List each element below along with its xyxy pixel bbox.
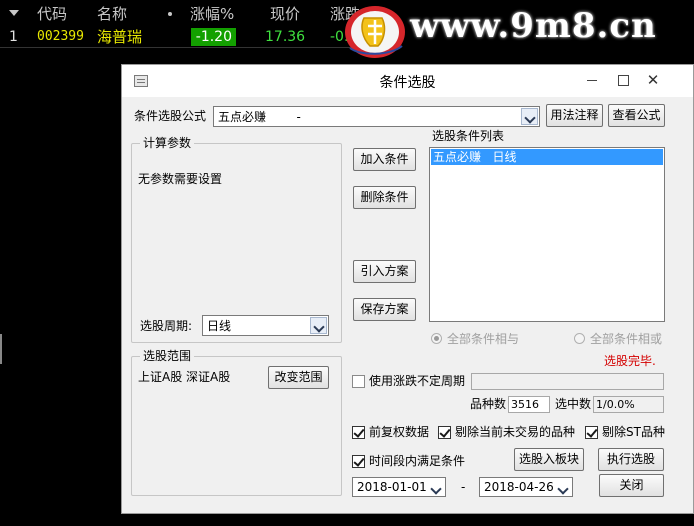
date-from-value: 2018-01-01 — [357, 480, 427, 494]
date-to-picker[interactable]: 2018-04-26 — [479, 477, 573, 497]
chevron-down-icon[interactable] — [427, 479, 444, 495]
scope-text: 上证A股 深证A股 — [138, 370, 231, 384]
date-to-value: 2018-04-26 — [484, 480, 554, 494]
minimize-icon[interactable] — [578, 69, 606, 91]
params-group-title: 计算参数 — [140, 136, 195, 150]
view-formula-button[interactable]: 查看公式 — [608, 104, 665, 127]
period-value: 日线 — [207, 319, 232, 333]
unfixed-period-checkbox[interactable] — [352, 375, 365, 388]
params-text: 无参数需要设置 — [138, 172, 223, 186]
exclude-st-checkbox[interactable] — [585, 426, 598, 439]
select-into-block-button[interactable]: 选股入板块 — [514, 448, 584, 471]
close-icon[interactable]: ✕ — [639, 69, 667, 91]
formula-value: 五点必赚 - — [218, 110, 301, 124]
row-price: 17.36 — [265, 29, 306, 45]
date-from-picker[interactable]: 2018-01-01 — [352, 477, 446, 497]
column-header-price[interactable]: 现价 — [270, 4, 300, 24]
scope-group-title: 选股范围 — [140, 349, 195, 363]
row-name: 海普瑞 — [97, 28, 143, 46]
save-plan-button[interactable]: 保存方案 — [353, 298, 416, 321]
sort-arrow-icon[interactable] — [9, 10, 19, 16]
exclude-untraded-checkbox[interactable] — [438, 426, 451, 439]
condition-select-dialog: 条件选股 ✕ 条件选股公式 五点必赚 - 用法注释 查看公式 计算参数 无参数需… — [121, 64, 694, 514]
unfixed-period-label: 使用涨跌不定周期 — [369, 374, 466, 388]
row-divider — [0, 47, 360, 48]
forward-adjust-checkbox[interactable] — [352, 426, 365, 439]
row-change-pct: -1.20 — [191, 28, 236, 46]
syntax-button[interactable]: 用法注释 — [546, 104, 603, 127]
dialog-titlebar[interactable]: 条件选股 ✕ — [122, 65, 693, 97]
period-select[interactable]: 日线 — [202, 315, 329, 336]
condition-list[interactable]: 五点必赚 日线 — [429, 147, 665, 322]
radio-all-and[interactable] — [431, 333, 442, 344]
selected-label: 选中数 — [555, 397, 592, 411]
time-range-label: 时间段内满足条件 — [369, 454, 466, 468]
import-plan-button[interactable]: 引入方案 — [353, 260, 416, 283]
time-range-checkbox[interactable] — [352, 455, 365, 468]
app-screen: 代码 名称 涨幅% 现价 涨跌 1 002399 海普瑞 -1.20 17.36… — [0, 0, 694, 526]
chevron-down-icon[interactable] — [521, 108, 538, 125]
period-label: 选股周期: — [140, 319, 193, 333]
execute-button[interactable]: 执行选股 — [598, 448, 664, 471]
column-header-name[interactable]: 名称 — [97, 4, 127, 24]
add-condition-button[interactable]: 加入条件 — [353, 148, 416, 171]
row-code: 002399 — [37, 29, 84, 44]
selected-value: 1/0.0% — [593, 396, 664, 413]
count-label: 品种数 — [470, 397, 507, 411]
left-edge-marker — [0, 334, 2, 364]
condition-list-label: 选股条件列表 — [432, 129, 505, 143]
radio-all-and-label: 全部条件相与 — [447, 332, 520, 346]
chevron-down-icon[interactable] — [554, 479, 571, 495]
change-scope-button[interactable]: 改变范围 — [268, 366, 329, 389]
close-button[interactable]: 关闭 — [599, 474, 664, 497]
maximize-icon[interactable] — [609, 69, 637, 91]
dialog-title: 条件选股 — [379, 75, 436, 91]
formula-label: 条件选股公式 — [134, 109, 207, 123]
watermark-text: www.9m8.cn — [410, 6, 657, 46]
status-text: 选股完毕. — [604, 354, 656, 368]
unfixed-period-input[interactable] — [471, 373, 664, 390]
radio-all-or-label: 全部条件相或 — [590, 332, 663, 346]
scope-group: 选股范围 上证A股 深证A股 改变范围 — [131, 349, 342, 496]
delete-condition-button[interactable]: 删除条件 — [353, 186, 416, 209]
exclude-st-label: 剔除ST品种 — [602, 425, 665, 439]
list-item[interactable]: 五点必赚 日线 — [431, 149, 663, 165]
formula-select[interactable]: 五点必赚 - — [213, 106, 540, 127]
date-separator: - — [461, 480, 466, 494]
column-marker-dot — [168, 12, 172, 16]
radio-all-or[interactable] — [574, 333, 585, 344]
row-index: 1 — [9, 29, 18, 45]
forward-adjust-label: 前复权数据 — [369, 425, 430, 439]
watermark-logo-icon — [345, 6, 405, 58]
count-value: 3516 — [508, 396, 550, 413]
chevron-down-icon[interactable] — [310, 317, 327, 334]
column-header-code[interactable]: 代码 — [37, 4, 67, 24]
params-group: 计算参数 无参数需要设置 选股周期: 日线 — [131, 136, 342, 343]
exclude-untraded-label: 剔除当前未交易的品种 — [455, 425, 576, 439]
column-header-change-pct[interactable]: 涨幅% — [190, 4, 234, 24]
